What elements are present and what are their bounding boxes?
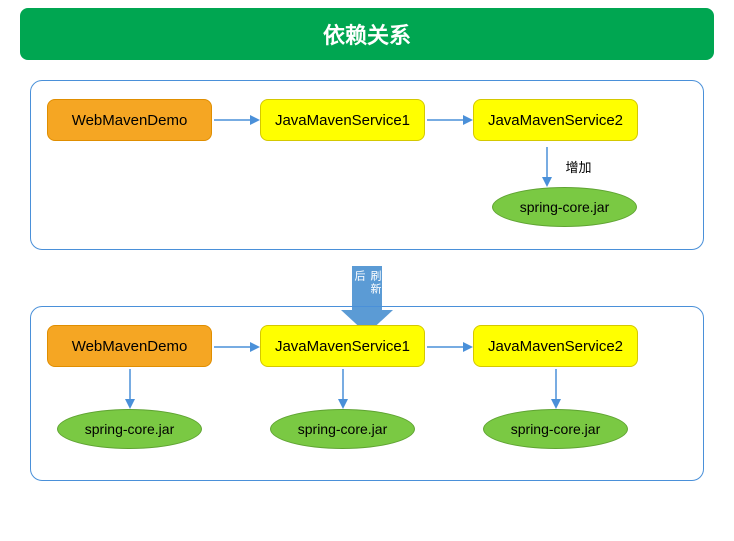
box-service1: JavaMavenService1 xyxy=(260,99,425,141)
arrow-icon xyxy=(425,337,473,357)
jar-spring-core: spring-core.jar xyxy=(57,409,202,449)
down-arrow-icon xyxy=(120,367,140,409)
jar-spring-core: spring-core.jar xyxy=(483,409,628,449)
arrow-icon xyxy=(212,110,260,130)
box-webmaven: WebMavenDemo xyxy=(47,325,212,367)
jar-spring-core: spring-core.jar xyxy=(492,187,637,227)
down-arrow-icon xyxy=(333,367,353,409)
after-row: WebMavenDemo spring-core.jar JavaMavenSe… xyxy=(47,325,687,449)
jar-spring-core: spring-core.jar xyxy=(270,409,415,449)
box-service2: JavaMavenService2 xyxy=(473,99,638,141)
add-dependency-col: 增加 spring-core.jar xyxy=(492,145,637,227)
down-arrow-icon xyxy=(546,367,566,409)
box-service1: JavaMavenService1 xyxy=(260,325,425,367)
transition-label: 刷新后 xyxy=(352,266,382,310)
add-label: 增加 xyxy=(565,157,591,176)
diagram-title: 依赖关系 xyxy=(20,8,714,60)
down-arrow-icon xyxy=(537,145,557,187)
before-row: WebMavenDemo JavaMavenService1 JavaMaven… xyxy=(47,99,687,141)
after-panel: WebMavenDemo spring-core.jar JavaMavenSe… xyxy=(30,306,704,481)
box-webmaven: WebMavenDemo xyxy=(47,99,212,141)
before-panel: WebMavenDemo JavaMavenService1 JavaMaven… xyxy=(30,80,704,250)
arrow-icon xyxy=(212,337,260,357)
box-service2: JavaMavenService2 xyxy=(473,325,638,367)
arrow-icon xyxy=(425,110,473,130)
